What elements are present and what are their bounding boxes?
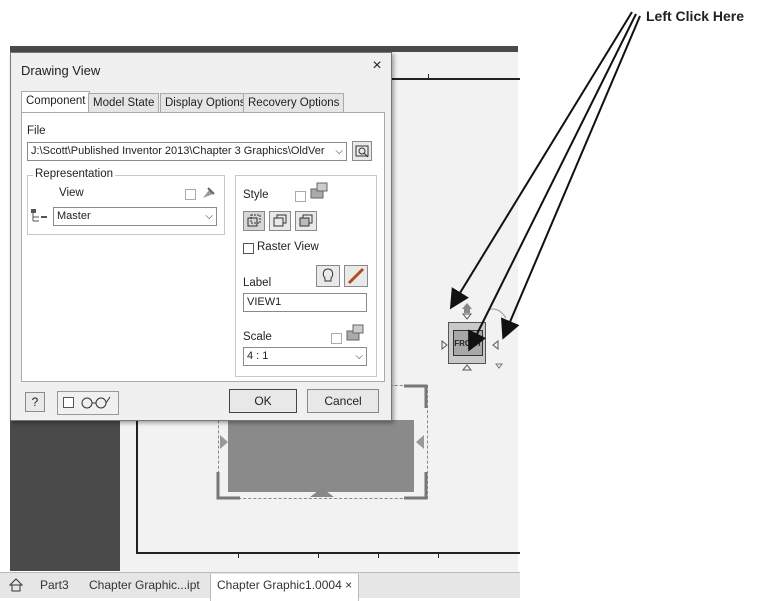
label-visibility-button[interactable]	[316, 265, 340, 287]
view-value: Master	[57, 210, 91, 222]
chevron-down-icon: ⌵	[355, 351, 363, 362]
dialog-title: Drawing View	[21, 63, 101, 78]
style-label: Style	[243, 189, 269, 201]
hidden-line-removed-icon	[273, 214, 287, 227]
file-path-select[interactable]: J:\Scott\Published Inventor 2013\Chapter…	[27, 142, 347, 161]
help-button[interactable]: ?	[25, 392, 45, 412]
edit-label-button[interactable]	[344, 265, 368, 287]
chevron-down-icon: ⌵	[205, 211, 213, 222]
doc-tab-chapter-graphic-ipt[interactable]: Chapter Graphic...ipt	[89, 578, 200, 592]
tab-display-options[interactable]: Display Options	[160, 93, 251, 112]
tab-model-state[interactable]: Model State	[88, 93, 160, 112]
drawing-view-dialog: Drawing View × Component Model State Dis…	[10, 52, 392, 421]
scale-select[interactable]: 4 : 1 ⌵	[243, 347, 367, 366]
cancel-button[interactable]: Cancel	[307, 389, 379, 413]
style-from-base-icon	[310, 182, 328, 199]
scale-from-base-icon	[346, 324, 364, 341]
browse-button[interactable]	[352, 141, 372, 161]
close-icon[interactable]: ×	[369, 58, 385, 74]
pin-icon	[203, 187, 215, 198]
scale-value: 4 : 1	[247, 350, 269, 362]
scale-checkbox[interactable]	[331, 333, 342, 344]
scale-label: Scale	[243, 331, 272, 343]
style-hidden-line-removed-button[interactable]	[269, 211, 291, 231]
tab-component[interactable]: Component	[21, 91, 91, 113]
shaded-icon	[299, 214, 313, 227]
lightbulb-icon	[322, 268, 334, 282]
help-icon: ?	[31, 395, 39, 409]
hidden-line-icon	[247, 214, 261, 227]
preview-checkbox[interactable]	[63, 397, 74, 408]
representation-group	[27, 175, 225, 235]
label-label: Label	[243, 277, 272, 289]
preview-glasses-icon	[81, 396, 111, 409]
callout-label: Left Click Here	[646, 8, 745, 24]
representation-tree-icon	[31, 209, 47, 222]
home-icon[interactable]	[8, 577, 24, 593]
style-checkbox[interactable]	[295, 191, 306, 202]
representation-label: Representation	[33, 168, 115, 180]
view-select[interactable]: Master ⌵	[53, 207, 217, 226]
view-checkbox[interactable]	[185, 189, 196, 200]
view-label: View	[59, 187, 84, 199]
tab-recovery-options[interactable]: Recovery Options	[243, 93, 345, 112]
raster-view-checkbox[interactable]	[243, 243, 254, 254]
style-shaded-button[interactable]	[295, 211, 317, 231]
ok-button[interactable]: OK	[229, 389, 297, 413]
pencil-icon	[347, 267, 365, 285]
file-path-value: J:\Scott\Published Inventor 2013\Chapter…	[31, 145, 325, 157]
style-hidden-line-button[interactable]	[243, 211, 265, 231]
label-input[interactable]: VIEW1	[243, 293, 367, 312]
chevron-down-icon: ⌵	[333, 143, 343, 160]
doc-tab-part3[interactable]: Part3	[40, 578, 69, 592]
browse-folder-icon	[355, 145, 369, 158]
file-label: File	[27, 125, 46, 137]
raster-view-label: Raster View	[257, 241, 319, 253]
